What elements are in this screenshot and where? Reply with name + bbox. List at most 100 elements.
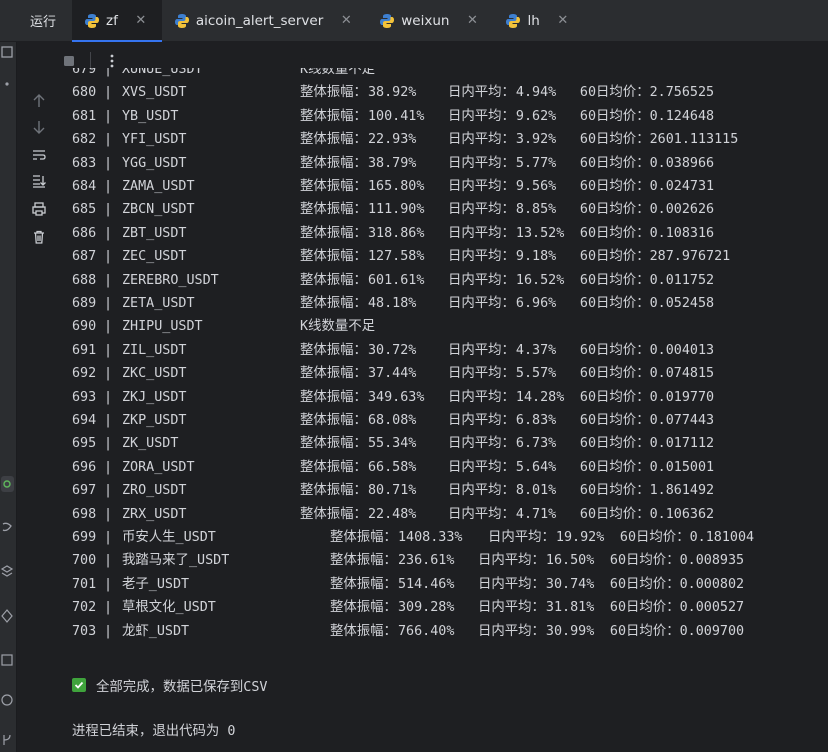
console-line: 686 | ZBT_USDT 整体振幅：318.86% 日内平均：13.52% 60日均价… xyxy=(72,222,714,245)
console-line: 695 | ZK_USDT 整体振幅：55.34% 日内平均：6.73% 60日均价：0.… xyxy=(72,432,714,455)
amplitude-value: 236.61% xyxy=(397,553,455,568)
run-badge-icon[interactable] xyxy=(0,476,14,492)
row-number: 688 xyxy=(72,273,97,288)
daily-average-label: 日内平均： xyxy=(447,202,515,217)
amplitude-value: 100.41% xyxy=(367,109,425,124)
close-icon[interactable]: ✕ xyxy=(134,13,148,28)
daily-average-label: 日内平均： xyxy=(447,226,515,241)
layers-icon[interactable] xyxy=(0,564,14,580)
tab-aicoin-alert-server[interactable]: aicoin_alert_server ✕ xyxy=(162,0,367,41)
console-line: 701 | 老子_USDT 整体振幅：514.46% 日内平均：30.74% 60日均价：… xyxy=(72,573,744,596)
daily-average-label: 日内平均： xyxy=(477,624,545,639)
row-number: 679 xyxy=(72,68,97,77)
tab-lh[interactable]: lh ✕ xyxy=(493,0,583,41)
soft-wrap-button[interactable] xyxy=(28,144,50,166)
daily-average-value: 19.92% xyxy=(555,530,605,545)
symbol-name: ZEREBRO_USDT xyxy=(122,273,219,288)
row-number: 696 xyxy=(72,460,97,475)
daily-average-label: 日内平均： xyxy=(447,296,515,311)
amplitude-label: 整体振幅： xyxy=(300,85,367,100)
stop-icon xyxy=(64,56,74,66)
amplitude-value: 30.72% xyxy=(367,343,417,358)
avg60-label: 60日均价： xyxy=(579,249,650,264)
row-separator: | xyxy=(104,249,113,264)
tab-weixun[interactable]: weixun ✕ xyxy=(367,0,493,41)
row-separator: | xyxy=(104,179,113,194)
row-number: 698 xyxy=(72,507,97,522)
row-note: K线数量不足 xyxy=(300,319,376,334)
problems-icon[interactable] xyxy=(0,692,14,708)
console-line: 687 | ZEC_USDT 整体振幅：127.58% 日内平均：9.18% 60日均价：… xyxy=(72,245,730,268)
row-separator: | xyxy=(104,366,113,381)
python-console-icon[interactable] xyxy=(0,520,14,536)
daily-average-label: 日内平均： xyxy=(447,413,515,428)
daily-average-label: 日内平均： xyxy=(447,507,515,522)
avg60-value: 0.000802 xyxy=(679,577,745,592)
avg60-label: 60日均价： xyxy=(579,343,650,358)
amplitude-value: 111.90% xyxy=(367,202,425,217)
version-control-icon[interactable] xyxy=(0,732,14,748)
symbol-name: YGG_USDT xyxy=(122,156,187,171)
daily-average-value: 6.73% xyxy=(515,436,557,451)
amplitude-value: 22.48% xyxy=(367,507,417,522)
console-line: 684 | ZAMA_USDT 整体振幅：165.80% 日内平均：9.56% 60日均价… xyxy=(72,175,714,198)
row-number: 685 xyxy=(72,202,97,217)
close-icon[interactable]: ✕ xyxy=(556,13,570,28)
services-icon[interactable] xyxy=(0,608,14,624)
avg60-label: 60日均价： xyxy=(579,179,650,194)
daily-average-value: 13.52% xyxy=(515,226,565,241)
symbol-name: XVS_USDT xyxy=(122,85,187,100)
amplitude-label: 整体振幅： xyxy=(300,226,367,241)
arrow-up-icon xyxy=(33,94,45,107)
symbol-name: ZKJ_USDT xyxy=(122,390,187,405)
row-number: 681 xyxy=(72,109,97,124)
row-separator: | xyxy=(104,483,113,498)
symbol-name: 龙虾_USDT xyxy=(122,624,190,639)
avg60-value: 287.976721 xyxy=(649,249,731,264)
daily-average-value: 5.77% xyxy=(515,156,557,171)
amplitude-value: 38.79% xyxy=(367,156,417,171)
daily-average-value: 30.99% xyxy=(545,624,595,639)
console-output[interactable]: 679 | XUNUE_USDT K线数量不足 680 | XVS_USDT 整体振幅：38.… xyxy=(60,68,828,752)
run-tab-bar: 运行 zf ✕ aicoin_alert_server ✕ weixun ✕ lh ✕ xyxy=(0,0,828,42)
avg60-label: 60日均价： xyxy=(609,600,680,615)
console-line: 692 | ZKC_USDT 整体振幅：37.44% 日内平均：5.57% 60日均价：0… xyxy=(72,362,714,385)
printer-icon xyxy=(32,202,46,216)
close-icon[interactable]: ✕ xyxy=(465,13,479,28)
row-number: 700 xyxy=(72,553,97,568)
amplitude-value: 22.93% xyxy=(367,132,417,147)
daily-average-label: 日内平均： xyxy=(447,436,515,451)
avg60-label: 60日均价： xyxy=(579,156,650,171)
tab-zf[interactable]: zf ✕ xyxy=(72,0,162,42)
scroll-down-button[interactable] xyxy=(28,116,50,138)
more-dots-icon[interactable] xyxy=(0,76,14,92)
row-number: 691 xyxy=(72,343,97,358)
console-line: 696 | ZORA_USDT 整体振幅：66.58% 日内平均：5.64% 60日均价：… xyxy=(72,456,714,479)
avg60-value: 0.002626 xyxy=(649,202,715,217)
scroll-to-end-button[interactable] xyxy=(28,170,50,192)
amplitude-value: 80.71% xyxy=(367,483,417,498)
close-icon[interactable]: ✕ xyxy=(339,13,353,28)
avg60-value: 0.106362 xyxy=(649,507,715,522)
clear-all-button[interactable] xyxy=(28,226,50,248)
console-line: 680 | XVS_USDT 整体振幅：38.92% 日内平均：4.94% 60日均价：2… xyxy=(72,81,714,104)
print-button[interactable] xyxy=(28,198,50,220)
symbol-name: ZHIPU_USDT xyxy=(122,319,203,334)
symbol-name: 我踏马来了_USDT xyxy=(122,553,230,568)
scroll-up-button[interactable] xyxy=(28,90,50,112)
avg60-label: 60日均价： xyxy=(579,390,650,405)
daily-average-value: 3.92% xyxy=(515,132,557,147)
amplitude-label: 整体振幅： xyxy=(300,249,367,264)
console-line: 682 | YFI_USDT 整体振幅：22.93% 日内平均：3.92% 60日均价：2… xyxy=(72,128,738,151)
row-separator: | xyxy=(104,460,113,475)
terminal-icon[interactable] xyxy=(0,652,14,668)
avg60-label: 60日均价： xyxy=(579,109,650,124)
amplitude-value: 514.46% xyxy=(397,577,455,592)
avg60-value: 0.000527 xyxy=(679,600,745,615)
daily-average-value: 5.57% xyxy=(515,366,557,381)
row-separator: | xyxy=(104,553,113,568)
structure-icon[interactable] xyxy=(0,44,14,60)
symbol-name: YFI_USDT xyxy=(122,132,187,147)
amplitude-value: 309.28% xyxy=(397,600,455,615)
avg60-label: 60日均价： xyxy=(579,483,650,498)
